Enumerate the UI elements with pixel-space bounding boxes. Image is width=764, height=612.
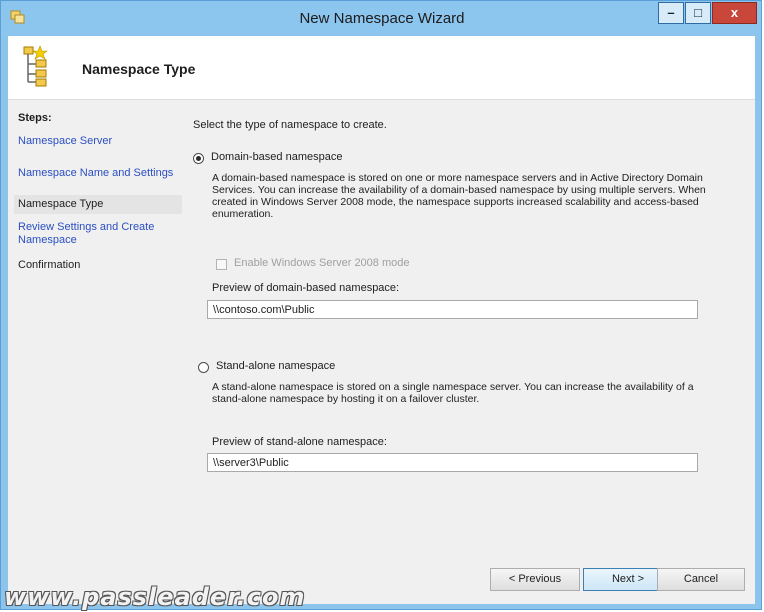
- step-namespace-name-and-settings[interactable]: Namespace Name and Settings: [14, 167, 182, 180]
- namespace-tree-icon: [23, 45, 48, 87]
- main-pane: Select the type of namespace to create. …: [184, 100, 755, 604]
- maximize-button[interactable]: □: [685, 2, 711, 24]
- steps-pane: Steps: Namespace Server Namespace Name a…: [8, 100, 184, 604]
- step-namespace-type: Namespace Type: [14, 195, 182, 214]
- page-title: Namespace Type: [82, 61, 196, 77]
- cancel-button[interactable]: Cancel: [657, 568, 745, 591]
- stand-alone-radio[interactable]: [198, 362, 209, 373]
- wizard-header: Namespace Type: [8, 36, 755, 100]
- intro-text: Select the type of namespace to create.: [193, 119, 387, 131]
- wizard-window: New Namespace Wizard – □ x Namespace Typ…: [0, 0, 762, 610]
- domain-based-label[interactable]: Domain-based namespace: [211, 151, 342, 163]
- domain-based-radio[interactable]: [193, 153, 204, 164]
- domain-based-description: A domain-based namespace is stored on on…: [212, 172, 706, 220]
- previous-button[interactable]: < Previous: [490, 568, 580, 591]
- watermark: www.passleader.com: [4, 583, 306, 611]
- standalone-preview-label: Preview of stand-alone namespace:: [212, 436, 387, 448]
- minimize-button[interactable]: –: [658, 2, 684, 24]
- title-bar[interactable]: New Namespace Wizard – □ x: [1, 1, 761, 35]
- close-button[interactable]: x: [712, 2, 757, 24]
- domain-preview-label: Preview of domain-based namespace:: [212, 282, 400, 294]
- standalone-preview-field[interactable]: \\server3\Public: [207, 453, 698, 472]
- enable-ws2008-mode-label[interactable]: Enable Windows Server 2008 mode: [234, 257, 409, 269]
- step-namespace-server[interactable]: Namespace Server: [14, 135, 182, 148]
- enable-ws2008-mode-checkbox[interactable]: [216, 259, 227, 270]
- steps-heading: Steps:: [18, 112, 52, 124]
- domain-preview-field[interactable]: \\contoso.com\Public: [207, 300, 698, 319]
- window-title: New Namespace Wizard: [299, 10, 465, 27]
- wizard-client-area: Namespace Type Steps: Namespace Server N…: [8, 36, 755, 604]
- stand-alone-label[interactable]: Stand-alone namespace: [216, 360, 335, 372]
- stand-alone-description: A stand-alone namespace is stored on a s…: [212, 381, 694, 405]
- step-confirmation: Confirmation: [18, 259, 81, 271]
- step-review-settings[interactable]: Review Settings and Create Namespace: [14, 221, 182, 247]
